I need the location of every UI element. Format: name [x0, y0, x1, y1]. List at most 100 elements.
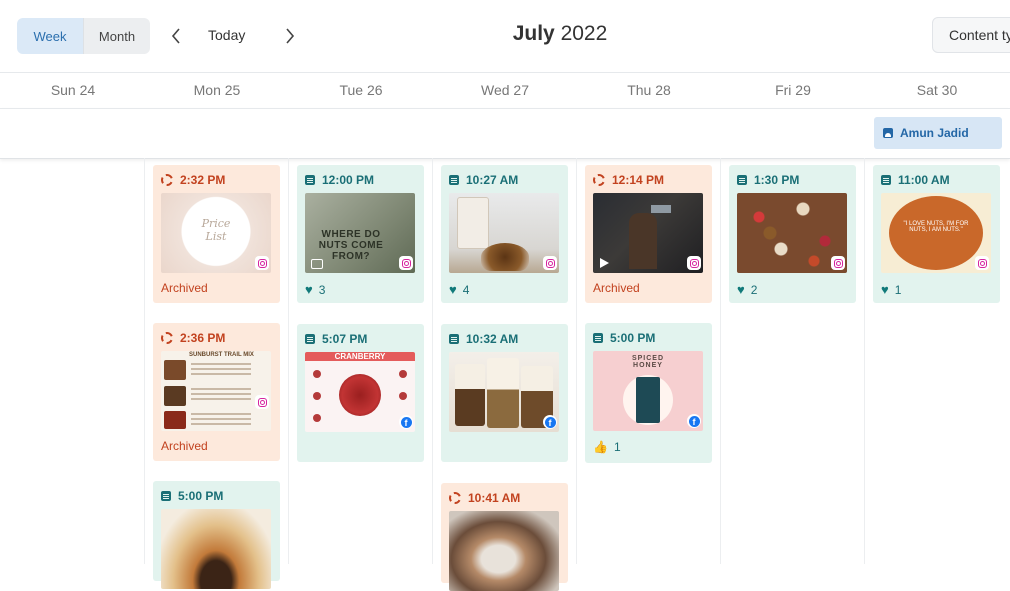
day-header-wed: Wed 27 [481, 82, 529, 98]
post-thumbnail: f [449, 352, 559, 432]
thumbnail-text: SPICED HONEY [631, 355, 665, 369]
post-time: 5:07 PM [322, 332, 368, 346]
day-header-tue: Tue 26 [339, 82, 383, 98]
column-divider [144, 158, 145, 564]
post-thumbnail: WHERE DO NUTS COME FROM? [305, 193, 415, 273]
post-thumbnail [161, 509, 271, 589]
thumbnail-text: "I LOVE NUTS, I'M FOR NUTS, I AM NUTS." [903, 221, 969, 233]
day-header-row: Sun 24 Mon 25 Tue 26 Wed 27 Thu 28 Fri 2… [0, 72, 1010, 109]
post-time: 10:32 AM [466, 332, 519, 346]
post-thumbnail [593, 193, 703, 273]
thumbnail-text: Price List [201, 217, 231, 243]
post-icon [305, 334, 315, 344]
column-divider [864, 158, 865, 564]
day-header-mon: Mon 25 [193, 82, 241, 98]
post-icon [881, 175, 891, 185]
post-card[interactable]: 1:30 PM ♥ 2 [729, 165, 856, 303]
day-header-sat: Sat 30 [916, 82, 958, 98]
like-count: 4 [462, 282, 470, 297]
instagram-icon [255, 256, 269, 270]
facebook-icon: f [687, 414, 701, 428]
post-time: 12:14 PM [612, 173, 665, 187]
post-thumbnail: CRANBERRY f [305, 352, 415, 432]
video-play-icon [600, 258, 609, 268]
post-icon [449, 334, 459, 344]
instagram-icon [255, 395, 269, 409]
calendar-title: July 2022 [0, 22, 1010, 46]
column-divider [576, 158, 577, 564]
user-icon [883, 128, 893, 138]
post-card[interactable]: 2:32 PM Price List Archived [153, 165, 280, 303]
post-thumbnail: SPICED HONEY f [593, 351, 703, 431]
all-day-event-chip[interactable]: Amun Jadid [874, 117, 1002, 149]
pending-icon [161, 332, 173, 344]
post-card[interactable]: 5:00 PM [153, 481, 280, 589]
post-status: Archived [161, 439, 208, 453]
heart-icon: ♥ [737, 282, 745, 297]
post-thumbnail [449, 511, 559, 591]
post-status: Archived [593, 281, 640, 295]
post-thumbnail: Price List [161, 193, 271, 273]
post-time: 1:30 PM [754, 173, 800, 187]
post-card[interactable]: 10:41 AM [441, 483, 568, 591]
post-icon [161, 491, 171, 501]
instagram-icon [687, 256, 701, 270]
post-card[interactable]: 11:00 AM "I LOVE NUTS, I'M FOR NUTS, I A… [873, 165, 1000, 303]
facebook-icon: f [399, 415, 413, 429]
heart-icon: ♥ [881, 282, 889, 297]
like-count: 3 [318, 282, 326, 297]
instagram-icon [543, 256, 557, 270]
post-time: 5:00 PM [178, 489, 224, 503]
post-icon [593, 333, 603, 343]
post-card[interactable]: 10:27 AM ♥ 4 [441, 165, 568, 303]
thumbnail-text: WHERE DO NUTS COME FROM? [318, 229, 384, 262]
post-card[interactable]: 10:32 AM f [441, 324, 568, 462]
post-thumbnail [737, 193, 847, 273]
heart-icon: ♥ [449, 282, 457, 297]
all-day-row [0, 108, 1010, 159]
like-count: 2 [750, 282, 758, 297]
title-year: 2022 [560, 22, 608, 45]
pending-icon [593, 174, 605, 186]
column-divider [720, 158, 721, 564]
content-type-dropdown[interactable]: Content ty [932, 17, 1010, 53]
post-icon [305, 175, 315, 185]
post-time: 12:00 PM [322, 173, 375, 187]
post-card[interactable]: 5:07 PM CRANBERRY f [297, 324, 424, 462]
column-divider [288, 158, 289, 564]
post-time: 2:36 PM [180, 331, 226, 345]
pending-icon [449, 492, 461, 504]
post-card[interactable]: 5:00 PM SPICED HONEY f 👍 1 [585, 323, 712, 463]
calendar-toolbar: Week Month Today July 2022 Content ty [0, 0, 1010, 73]
post-time: 11:00 AM [898, 173, 950, 187]
all-day-event-label: Amun Jadid [900, 126, 969, 140]
instagram-icon [975, 256, 989, 270]
post-thumbnail: "I LOVE NUTS, I'M FOR NUTS, I AM NUTS." [881, 193, 991, 273]
post-time: 10:27 AM [466, 173, 519, 187]
post-icon [449, 175, 459, 185]
reaction-count: 1 [613, 440, 621, 454]
title-month: July [512, 22, 555, 45]
day-header-fri: Fri 29 [775, 82, 811, 98]
like-count: 1 [894, 282, 902, 297]
post-card[interactable]: 2:36 PM SUNBURST TRAIL MIX Archived [153, 323, 280, 461]
day-header-sun: Sun 24 [50, 82, 96, 98]
instagram-icon [831, 256, 845, 270]
facebook-icon: f [543, 415, 557, 429]
post-time: 10:41 AM [468, 491, 521, 505]
pending-icon [161, 174, 173, 186]
post-thumbnail [449, 193, 559, 273]
post-status: Archived [161, 281, 208, 295]
post-icon [737, 175, 747, 185]
thumbnail-text: CRANBERRY [305, 352, 415, 361]
post-card[interactable]: 12:00 PM WHERE DO NUTS COME FROM? ♥ 3 [297, 165, 424, 303]
post-time: 2:32 PM [180, 173, 226, 187]
column-divider [432, 158, 433, 564]
day-header-thu: Thu 28 [627, 82, 671, 98]
heart-icon: ♥ [305, 282, 313, 297]
post-time: 5:00 PM [610, 331, 656, 345]
post-card[interactable]: 12:14 PM Archived [585, 165, 712, 303]
carousel-icon [311, 259, 323, 269]
thumbnail-text: SUNBURST TRAIL MIX [189, 352, 254, 358]
thumbs-up-icon: 👍 [593, 440, 608, 454]
